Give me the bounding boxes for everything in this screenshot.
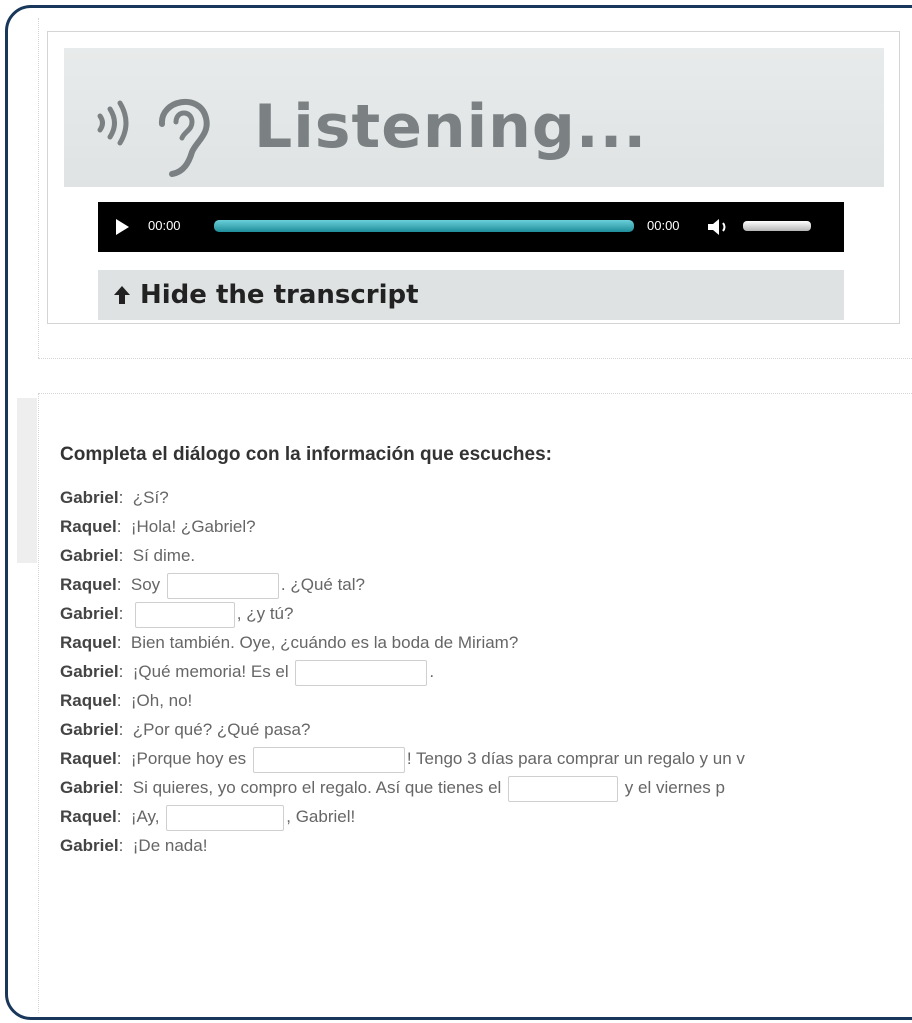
dialogue-line: Gabriel: ¿Sí? xyxy=(60,488,169,507)
listening-title: Listening... xyxy=(254,92,648,162)
duration-time: 00:00 xyxy=(647,218,680,233)
dialogue-line: Raquel: ¡Ay, , Gabriel! xyxy=(60,803,355,831)
line-text: . xyxy=(429,662,435,681)
listening-header: Listening... 00:00 00:00 Hide the transc… xyxy=(64,48,884,320)
line-text: ¡Hola! ¿Gabriel? xyxy=(130,517,256,536)
speaker-name: Raquel xyxy=(60,691,117,710)
answer-field[interactable] xyxy=(252,746,405,773)
hide-transcript-button[interactable]: Hide the transcript xyxy=(98,270,844,320)
dialogue-line: Raquel: Soy . ¿Qué tal? xyxy=(60,571,365,599)
line-text: Si quieres, yo compro el regalo. Así que… xyxy=(132,778,502,797)
answer-field[interactable] xyxy=(166,804,285,831)
speaker-name: Gabriel xyxy=(60,720,119,739)
line-text: Sí dime. xyxy=(132,546,196,565)
speaker-name: Raquel xyxy=(60,575,117,594)
line-text: Soy xyxy=(130,575,161,594)
line-text: ¡Qué memoria! Es el xyxy=(132,662,289,681)
line-text: Bien también. Oye, ¿cuándo es la boda de… xyxy=(130,633,519,652)
answer-field[interactable] xyxy=(295,659,428,686)
speaker-name: Gabriel xyxy=(60,836,119,855)
dialogue-line: Raquel: ¡Porque hoy es ! Tengo 3 días pa… xyxy=(60,745,745,773)
dialogue-line: Gabriel: , ¿y tú? xyxy=(60,600,293,628)
line-text: , ¿y tú? xyxy=(236,604,294,623)
speaker-name: Raquel xyxy=(60,517,117,536)
dialogue-line: Gabriel: Sí dime. xyxy=(60,546,196,565)
dialogue-line: Gabriel: ¡De nada! xyxy=(60,836,208,855)
volume-slider[interactable] xyxy=(743,221,811,231)
speaker-name: Gabriel xyxy=(60,604,119,623)
dialogue-line: Raquel: Bien también. Oye, ¿cuándo es la… xyxy=(60,633,519,652)
line-text: ¡Porque hoy es xyxy=(130,749,247,768)
dialogue-line: Raquel: ¡Oh, no! xyxy=(60,691,193,710)
dialogue-line: Raquel: ¡Hola! ¿Gabriel? xyxy=(60,517,256,536)
exercise-instruction: Completa el diálogo con la información q… xyxy=(60,444,552,465)
dialogue-line: Gabriel: ¡Qué memoria! Es el . xyxy=(60,658,434,686)
dotted-divider xyxy=(38,358,912,359)
side-tab xyxy=(17,398,37,563)
line-text: ¿Sí? xyxy=(132,488,169,507)
dialogue-line: Gabriel: Si quieres, yo compro el regalo… xyxy=(60,774,725,802)
speaker-name: Raquel xyxy=(60,749,117,768)
answer-field[interactable] xyxy=(508,775,619,802)
dotted-divider xyxy=(38,18,39,358)
speaker-name: Gabriel xyxy=(60,546,119,565)
current-time: 00:00 xyxy=(148,218,181,233)
dialogue-line: Gabriel: ¿Por qué? ¿Qué pasa? xyxy=(60,720,311,739)
speaker-name: Gabriel xyxy=(60,778,119,797)
audio-player: 00:00 00:00 xyxy=(98,202,844,252)
play-icon[interactable] xyxy=(116,219,129,235)
speaker-name: Gabriel xyxy=(60,488,119,507)
line-text: , Gabriel! xyxy=(286,807,356,826)
dotted-divider xyxy=(38,393,39,1013)
answer-field[interactable] xyxy=(166,572,279,599)
line-text: ¿Por qué? ¿Qué pasa? xyxy=(132,720,311,739)
listening-panel: Listening... 00:00 00:00 Hide the transc… xyxy=(47,31,900,324)
ear-icon xyxy=(148,88,218,185)
answer-field[interactable] xyxy=(134,601,235,628)
line-text: ! Tengo 3 días para comprar un regalo y … xyxy=(406,749,745,768)
sound-waves-icon xyxy=(92,100,142,151)
line-text: ¡Ay, xyxy=(130,807,160,826)
line-text: ¡Oh, no! xyxy=(130,691,193,710)
speaker-name: Raquel xyxy=(60,807,117,826)
line-text: ¡De nada! xyxy=(132,836,208,855)
line-text: . ¿Qué tal? xyxy=(280,575,365,594)
arrow-up-icon xyxy=(112,284,132,311)
progress-bar[interactable] xyxy=(214,220,634,232)
speaker-name: Gabriel xyxy=(60,662,119,681)
dotted-divider xyxy=(38,393,912,394)
line-text: y el viernes p xyxy=(624,778,725,797)
hide-transcript-label: Hide the transcript xyxy=(140,280,419,310)
speaker-name: Raquel xyxy=(60,633,117,652)
volume-icon[interactable] xyxy=(706,216,732,243)
